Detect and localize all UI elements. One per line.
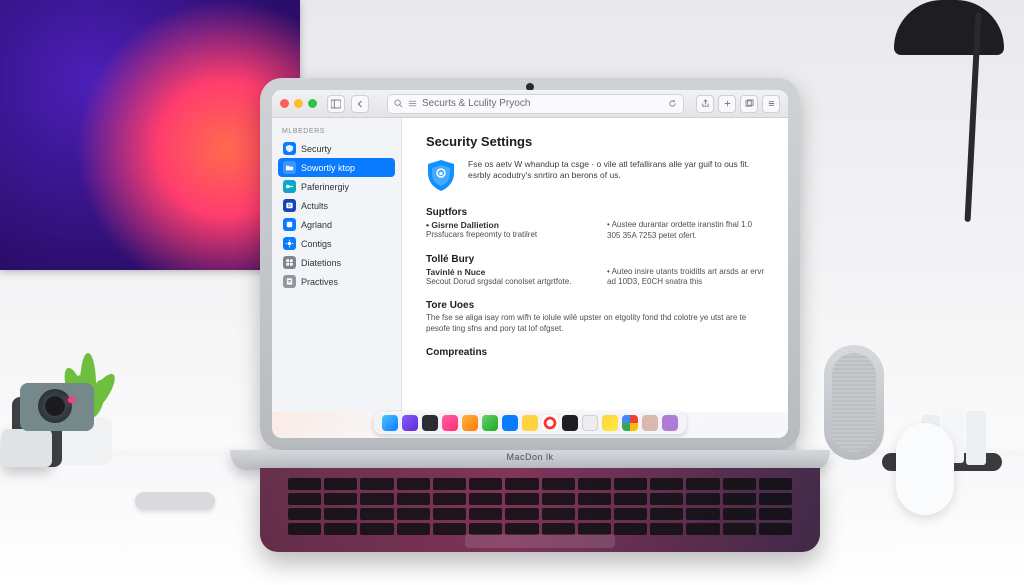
window-controls[interactable] [280, 99, 317, 108]
dock [374, 412, 686, 434]
page-title: Security Settings [426, 134, 766, 149]
section-heading: Tore Uoes [426, 300, 766, 311]
sidebar-section-label: Mlbeders [282, 128, 391, 135]
section-text: Prssfucars frepeomty to tratilret [426, 230, 585, 241]
section-subhead: • Gisrne Dallietion [426, 220, 585, 230]
content-area: Security Settings Fse os aetv W whandup … [402, 118, 788, 412]
laptop: Securts & Lculity Pryoch [260, 78, 800, 552]
grid-icon [283, 256, 296, 269]
dock-app-terminal[interactable] [422, 415, 438, 431]
tabs-button[interactable] [740, 95, 758, 113]
phone [135, 492, 215, 510]
section-heading: Compreatins [426, 347, 766, 358]
sidebar-item-label: Sowortly ktop [301, 163, 355, 173]
device-brand: MacDon lk [506, 452, 553, 462]
laptop-hinge: MacDon lk [230, 450, 830, 470]
sidebar-item-practices[interactable]: Practives [278, 272, 395, 291]
sidebar-toggle-icon [331, 99, 341, 109]
section-heading: Tollé Bury [426, 254, 766, 265]
dock-app-safari[interactable] [502, 415, 518, 431]
folder-icon [283, 161, 296, 174]
section-subhead: Tavinlé n Nuce [426, 267, 585, 277]
dock-app-launchpad[interactable] [402, 415, 418, 431]
dock-app-notes[interactable] [522, 415, 538, 431]
tabs-icon [745, 99, 754, 108]
section-text: • Auteo insire utants troiditls art arsd… [607, 267, 766, 289]
toolbar-lines-icon [408, 99, 417, 108]
sidebar: Mlbeders Securty Sowortly ktop [272, 118, 402, 412]
sidebar-item-security-sub[interactable]: Sowortly ktop [278, 158, 395, 177]
minimize-icon[interactable] [294, 99, 303, 108]
back-button[interactable] [351, 95, 369, 113]
dock-app-maps[interactable] [462, 415, 478, 431]
menu-icon [767, 99, 776, 108]
sidebar-item-privacy[interactable]: Paferinergiy [278, 177, 395, 196]
address-text: Securts & Lculity Pryoch [422, 98, 530, 109]
sidebar-item-label: Agrland [301, 220, 332, 230]
screen: Securts & Lculity Pryoch [272, 90, 788, 438]
fullscreen-icon[interactable] [308, 99, 317, 108]
sidebar-item-label: Paferinergiy [301, 182, 349, 192]
intro-text: Fse os aetv W whandup ta csge · o vile a… [468, 159, 766, 182]
camera-and-speaker [12, 367, 107, 467]
menu-button[interactable] [762, 95, 780, 113]
sidebar-item-label: Practives [301, 277, 338, 287]
dock-app-chrome[interactable] [622, 415, 638, 431]
window-toolbar: Securts & Lculity Pryoch [272, 90, 788, 118]
search-icon [394, 99, 403, 108]
chevron-left-icon [356, 100, 364, 108]
share-icon [701, 99, 710, 108]
section-text: The fse se aliga isay rom wifh te iolule… [426, 313, 766, 335]
plus-icon [723, 99, 732, 108]
smart-speaker [824, 345, 884, 460]
dock-app-settings[interactable] [662, 415, 678, 431]
dock-app-ide[interactable] [562, 415, 578, 431]
reload-icon[interactable] [668, 99, 677, 108]
dock-app-photos[interactable] [642, 415, 658, 431]
section-heading: Suptfors [426, 207, 766, 218]
sidebar-item-settings[interactable]: Contigs [278, 234, 395, 253]
dock-app-target[interactable] [542, 415, 558, 431]
trackpad [465, 534, 615, 548]
sidebar-item-label: Contigs [301, 239, 332, 249]
shield-icon [283, 142, 296, 155]
sidebar-item-label: Securty [301, 144, 332, 154]
key-icon [283, 180, 296, 193]
wall-art [0, 0, 300, 270]
sidebar-item-label: Diatetions [301, 258, 341, 268]
shield-large-icon [426, 159, 456, 193]
sidebar-item-accounts[interactable]: D Actults [278, 196, 395, 215]
sidebar-item-label: Actults [301, 201, 328, 211]
close-icon[interactable] [280, 99, 289, 108]
section-text: • Austee durantar ordette iranstin fhal … [607, 220, 766, 242]
sidebar-item-apps[interactable]: Agrland [278, 215, 395, 234]
dock-app-music[interactable] [442, 415, 458, 431]
dock-app-preview[interactable] [602, 415, 618, 431]
dock-app-files[interactable] [582, 415, 598, 431]
app-icon [283, 218, 296, 231]
sidebar-item-security[interactable]: Securty [278, 139, 395, 158]
dock-app-messages[interactable] [482, 415, 498, 431]
gear-icon [283, 237, 296, 250]
sidebar-item-dictation[interactable]: Diatetions [278, 253, 395, 272]
share-button[interactable] [696, 95, 714, 113]
badge-icon: D [283, 199, 296, 212]
address-field[interactable]: Securts & Lculity Pryoch [387, 94, 684, 114]
dock-app-finder[interactable] [382, 415, 398, 431]
keyboard [260, 468, 820, 552]
sidebar-toggle-button[interactable] [327, 95, 345, 113]
mouse [896, 423, 954, 515]
section-text: Secout Dorud srgsdal conolset artgrtfote… [426, 277, 585, 288]
doc-icon [283, 275, 296, 288]
add-button[interactable] [718, 95, 736, 113]
desk-lamp [894, 0, 1004, 55]
